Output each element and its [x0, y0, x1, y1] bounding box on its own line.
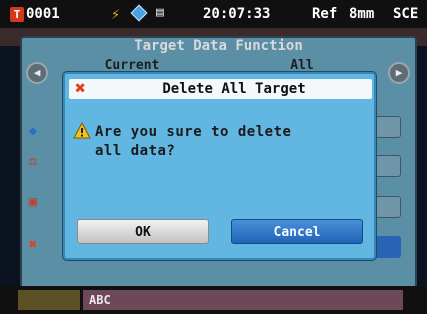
- diamond-icon: ◆: [28, 123, 38, 139]
- ref-label: Ref: [312, 6, 338, 22]
- lightning-icon: ⚡: [111, 5, 121, 23]
- message-line: Are you sure to delete: [95, 124, 292, 140]
- delete-x-icon: ✖: [75, 78, 86, 99]
- background-field: [373, 236, 401, 258]
- mode-label: SCE: [393, 6, 419, 22]
- background-button: [373, 155, 401, 177]
- target-number: 0001: [26, 6, 60, 22]
- bottom-left-block: [18, 290, 80, 310]
- status-bar: T 0001 ⚡ ▤ 20:07:33 Ref 8mm SCE: [0, 0, 427, 28]
- dialog-header: ✖ Delete All Target: [69, 79, 372, 99]
- dialog-message: Are you sure to delete all data?: [95, 123, 365, 161]
- background-button: [373, 196, 401, 218]
- message-line: all data?: [95, 143, 176, 159]
- delete-x-icon: ✖: [28, 237, 38, 253]
- cancel-button[interactable]: Cancel: [231, 219, 363, 244]
- background-title: Target Data Function: [134, 38, 303, 54]
- background-button: [373, 116, 401, 138]
- nav-right-icon: ▶: [388, 62, 410, 84]
- nav-left-icon: ◀: [26, 62, 48, 84]
- warning-icon: [73, 122, 91, 139]
- diamond-icon: [130, 4, 148, 22]
- bottom-text: ABC: [83, 290, 403, 310]
- target-icon: ▣: [28, 194, 38, 210]
- aperture-label: 8mm: [349, 6, 375, 22]
- target-icon: T: [10, 7, 24, 22]
- monitor-icon: ▤: [156, 5, 164, 20]
- clock-time: 20:07:33: [203, 6, 271, 22]
- ok-button[interactable]: OK: [77, 219, 209, 244]
- delete-confirm-dialog: ✖ Delete All Target Are you sure to dele…: [63, 72, 376, 260]
- dialog-title: Delete All Target: [162, 81, 306, 97]
- device-screen: T 0001 ⚡ ▤ 20:07:33 Ref 8mm SCE Target D…: [0, 0, 427, 314]
- tool-icon: ⚖: [28, 153, 38, 169]
